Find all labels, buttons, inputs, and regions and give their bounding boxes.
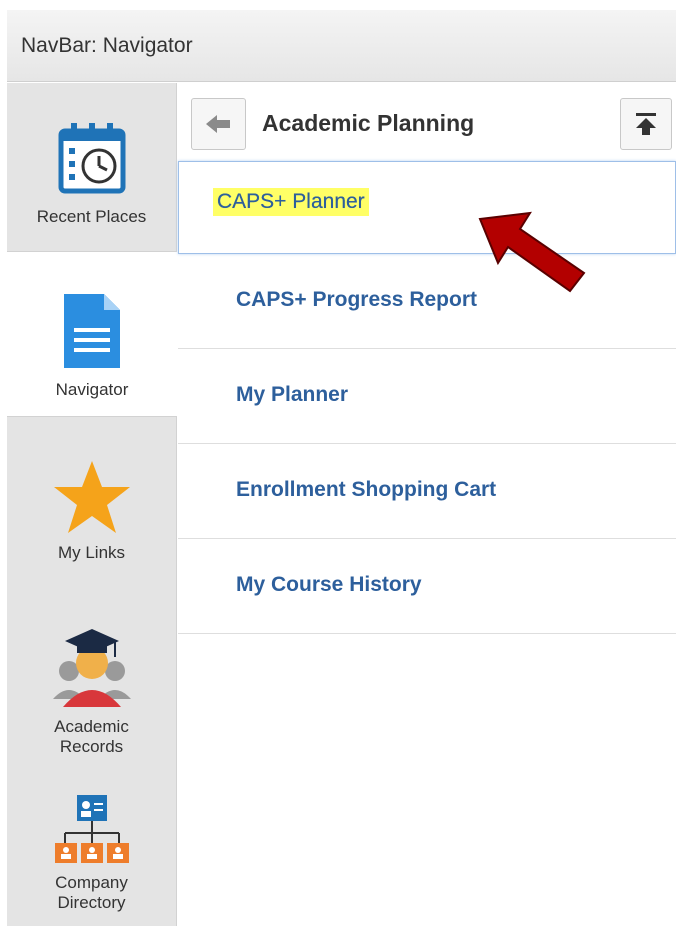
graduate-icon [52,629,131,707]
sidebar-item-my-links[interactable]: My Links [7,417,176,597]
sidebar-item-label: Academic [54,717,129,736]
sidebar: Recent Places Navigator My Links Academi… [7,83,177,926]
nav-item-my-course-history[interactable]: My Course History [178,541,676,634]
sidebar-item-label: Recent Places [36,207,147,226]
sidebar-item-company-directory[interactable]: Company Directory [7,763,176,926]
sidebar-item-label: My Links [57,543,126,562]
document-icon [64,294,120,368]
scroll-top-button[interactable] [620,98,672,150]
nav-item-enrollment-shopping-cart[interactable]: Enrollment Shopping Cart [178,446,676,539]
org-chart-icon [54,795,129,863]
nav-item-caps-planner[interactable]: CAPS+ Planner [178,161,676,254]
nav-link-my-course-history[interactable]: My Course History [236,573,422,597]
panel-title: Academic Planning [262,110,475,136]
back-arrow-icon [206,115,230,133]
nav-item-my-planner[interactable]: My Planner [178,351,676,444]
sidebar-item-label-line2: Records [59,737,124,756]
navigator-panel: Academic Planning CAPS+ Planner CAPS+ Pr… [178,83,676,926]
sidebar-item-label: Navigator [55,380,129,399]
sidebar-item-label-line2: Directory [57,893,126,912]
sidebar-item-academic-records[interactable]: Academic Records [7,597,176,763]
star-icon [53,461,130,533]
sidebar-item-recent-places[interactable]: Recent Places [7,83,176,251]
title-bar: NavBar: Navigator [7,10,676,82]
annotation-arrow-icon [478,211,586,293]
nav-link-my-planner[interactable]: My Planner [236,383,348,407]
nav-item-caps-progress-report[interactable]: CAPS+ Progress Report [178,256,676,349]
sidebar-item-navigator[interactable]: Navigator [7,251,177,417]
nav-link-enrollment-shopping-cart[interactable]: Enrollment Shopping Cart [236,478,496,502]
scroll-top-icon [636,113,656,135]
nav-link-caps-planner[interactable]: CAPS+ Planner [213,188,369,216]
sidebar-item-label: Company [55,873,128,892]
calendar-clock-icon [58,123,125,194]
back-button[interactable] [191,98,246,150]
panel-header: Academic Planning [178,83,676,160]
title-bar-text: NavBar: Navigator [21,34,193,57]
nav-link-caps-progress-report[interactable]: CAPS+ Progress Report [236,288,477,312]
